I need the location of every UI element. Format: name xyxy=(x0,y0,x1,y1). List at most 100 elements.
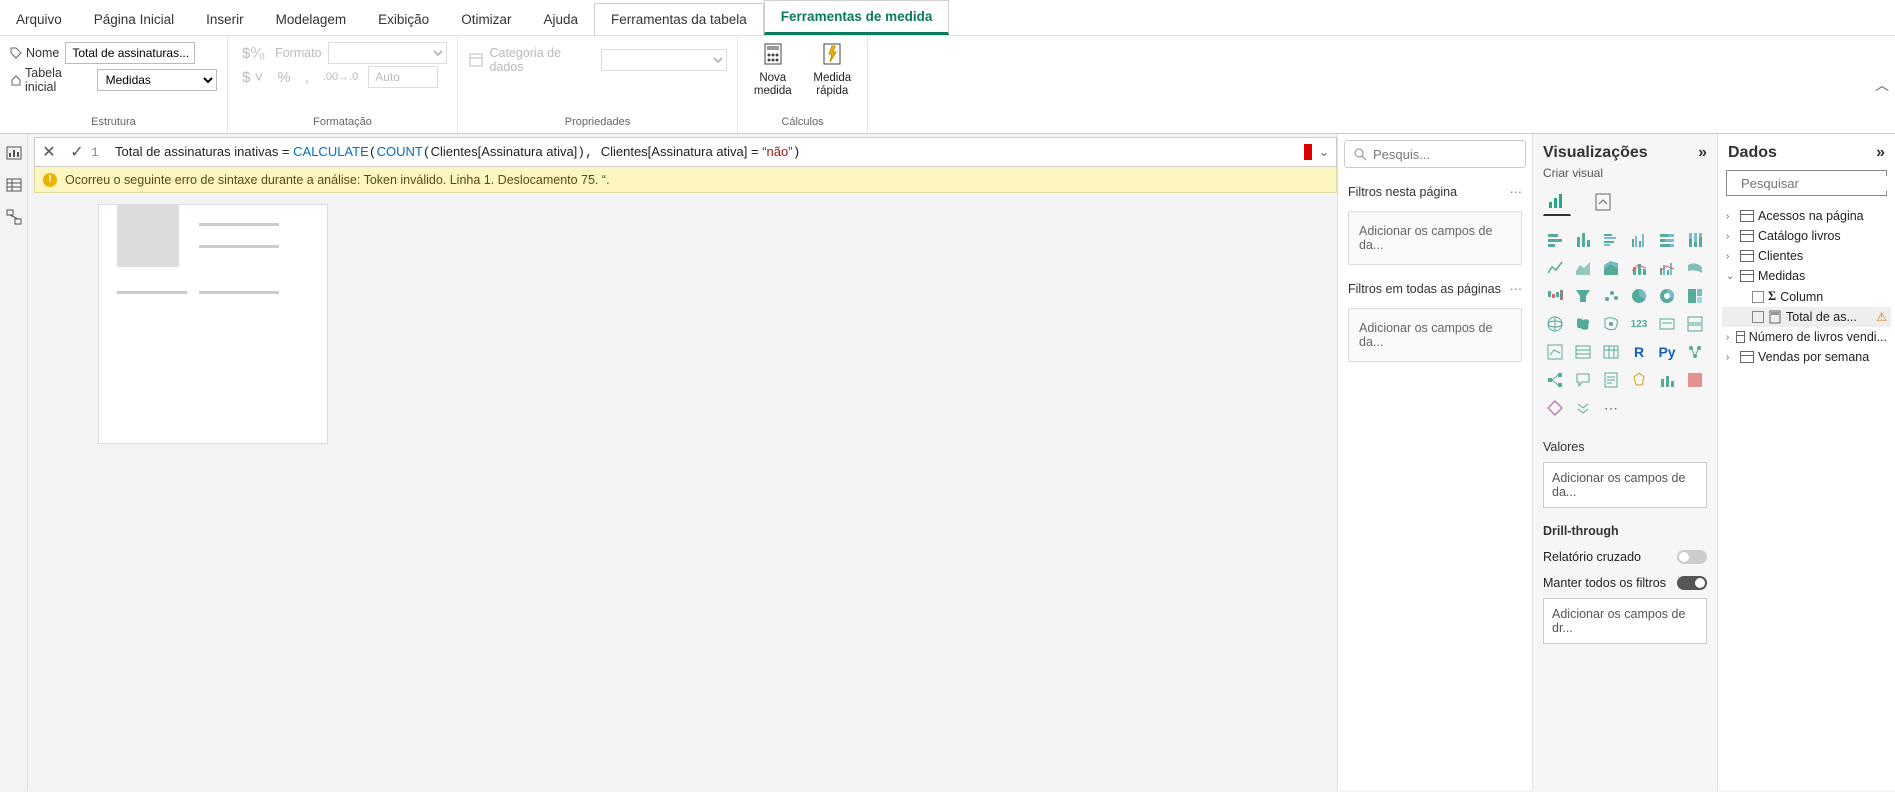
tab-pagina-inicial[interactable]: Página Inicial xyxy=(78,4,190,35)
line-clustered-column-icon[interactable] xyxy=(1655,256,1679,280)
power-automate-icon[interactable] xyxy=(1683,368,1707,392)
table-icon xyxy=(1740,351,1754,363)
line-stacked-column-icon[interactable] xyxy=(1627,256,1651,280)
medida-rapida-button[interactable]: Medida rápida xyxy=(808,40,858,113)
card-icon[interactable] xyxy=(1655,312,1679,336)
tab-ajuda[interactable]: Ajuda xyxy=(527,4,594,35)
formula-expand-button[interactable]: ⌄ xyxy=(1312,144,1336,160)
stacked-column-icon[interactable] xyxy=(1571,228,1595,252)
azure-map-icon[interactable] xyxy=(1599,312,1623,336)
input-nome[interactable] xyxy=(65,42,195,64)
input-decimals[interactable] xyxy=(368,66,438,88)
more-icon[interactable]: ⋯ xyxy=(1510,281,1523,296)
get-more-visuals-icon[interactable]: ⋯ xyxy=(1599,396,1623,420)
table-medidas[interactable]: ⌄ Medidas xyxy=(1722,266,1891,286)
pane-collapse-icon[interactable]: » xyxy=(1876,144,1885,162)
pie-icon[interactable] xyxy=(1627,284,1651,308)
currency-format-icon: $⁰⁄₀ xyxy=(238,44,269,62)
power-apps-icon[interactable] xyxy=(1655,368,1679,392)
more-visuals-icon[interactable] xyxy=(1571,396,1595,420)
ribbon-tabs: Arquivo Página Inicial Inserir Modelagem… xyxy=(0,0,1895,36)
nova-medida-button[interactable]: Nova medida xyxy=(748,40,798,113)
table-acessos[interactable]: › Acessos na página xyxy=(1722,206,1891,226)
donut-icon[interactable] xyxy=(1655,284,1679,308)
field-column[interactable]: Σ Column xyxy=(1722,286,1891,307)
arcgis-icon[interactable] xyxy=(1543,396,1567,420)
search-icon xyxy=(1353,147,1367,161)
drill-through-dropzone[interactable]: Adicionar os campos de dr... xyxy=(1543,598,1707,644)
stacked-bar-icon[interactable] xyxy=(1543,228,1567,252)
r-visual-icon[interactable]: R xyxy=(1627,340,1651,364)
stacked-area-icon[interactable] xyxy=(1599,256,1623,280)
scatter-icon[interactable] xyxy=(1599,284,1623,308)
data-search-input[interactable] xyxy=(1726,170,1887,196)
cross-report-toggle[interactable] xyxy=(1677,550,1707,564)
slicer-icon[interactable] xyxy=(1571,340,1595,364)
stacked-column-100-icon[interactable] xyxy=(1683,228,1707,252)
python-visual-icon[interactable]: Py xyxy=(1655,340,1679,364)
select-categoria[interactable] xyxy=(601,49,727,71)
visual-placeholder[interactable] xyxy=(98,204,328,444)
qa-visual-icon[interactable] xyxy=(1571,368,1595,392)
tab-otimizar[interactable]: Otimizar xyxy=(445,4,527,35)
formula-error-bar: ! Ocorreu o seguinte erro de sintaxe dur… xyxy=(34,167,1337,193)
table-icon[interactable] xyxy=(1599,340,1623,364)
clustered-column-icon[interactable] xyxy=(1627,228,1651,252)
decimals-icon[interactable]: .00→.0 xyxy=(319,71,362,83)
chevron-right-icon: › xyxy=(1726,231,1736,242)
values-dropzone[interactable]: Adicionar os campos de da... xyxy=(1543,462,1707,508)
ribbon-collapse-button[interactable]: ︿ xyxy=(1875,75,1889,95)
filters-all-dropzone[interactable]: Adicionar os campos de da... xyxy=(1348,308,1522,362)
tab-arquivo[interactable]: Arquivo xyxy=(0,4,78,35)
ribbon-content: Nome Tabela inicial Medidas Estrutura $⁰… xyxy=(0,36,1895,134)
pane-collapse-icon[interactable]: » xyxy=(1698,144,1707,162)
paginated-report-icon[interactable] xyxy=(1627,368,1651,392)
tab-ferramentas-tabela[interactable]: Ferramentas da tabela xyxy=(594,3,764,35)
tab-exibicao[interactable]: Exibição xyxy=(362,4,445,35)
table-catalogo[interactable]: › Catálogo livros xyxy=(1722,226,1891,246)
decomposition-tree-icon[interactable] xyxy=(1543,368,1567,392)
tab-ferramentas-medida[interactable]: Ferramentas de medida xyxy=(764,0,950,35)
table-numero-livros[interactable]: › Número de livros vendi... xyxy=(1722,327,1891,347)
clustered-bar-icon[interactable] xyxy=(1599,228,1623,252)
thousands-icon[interactable]: , xyxy=(301,69,313,86)
select-formato[interactable] xyxy=(328,42,447,64)
map-icon[interactable] xyxy=(1543,312,1567,336)
format-visual-tab[interactable] xyxy=(1589,188,1617,216)
smart-narrative-icon[interactable] xyxy=(1599,368,1623,392)
formula-editor[interactable]: Total de assinaturas inativas = CALCULAT… xyxy=(111,144,1300,160)
kpi-icon[interactable] xyxy=(1543,340,1567,364)
stacked-bar-100-icon[interactable] xyxy=(1655,228,1679,252)
model-view-icon[interactable] xyxy=(5,208,23,226)
filled-map-icon[interactable] xyxy=(1571,312,1595,336)
treemap-icon[interactable] xyxy=(1683,284,1707,308)
formula-cancel-button[interactable]: ✕ xyxy=(35,142,63,162)
keep-filters-toggle[interactable] xyxy=(1677,576,1707,590)
ribbon-chart-icon[interactable] xyxy=(1683,256,1707,280)
field-checkbox[interactable] xyxy=(1752,311,1764,323)
tab-modelagem[interactable]: Modelagem xyxy=(260,4,363,35)
area-chart-icon[interactable] xyxy=(1571,256,1595,280)
field-checkbox[interactable] xyxy=(1752,291,1764,303)
build-visual-tab[interactable] xyxy=(1543,188,1571,216)
currency-icon[interactable]: $ ˅ xyxy=(238,69,267,86)
key-influencers-icon[interactable] xyxy=(1683,340,1707,364)
filters-page-dropzone[interactable]: Adicionar os campos de da... xyxy=(1348,211,1522,265)
multi-row-card-icon[interactable] xyxy=(1683,312,1707,336)
data-view-icon[interactable] xyxy=(5,176,23,194)
filters-search-input[interactable]: Pesquis... xyxy=(1344,140,1526,168)
percent-icon[interactable]: % xyxy=(273,69,294,86)
formula-commit-button[interactable]: ✓ xyxy=(63,142,91,162)
report-canvas[interactable]: ✕ ✓ 1 Total de assinaturas inativas = CA… xyxy=(28,134,1337,790)
waterfall-icon[interactable] xyxy=(1543,284,1567,308)
gauge-icon[interactable]: 123 xyxy=(1627,312,1651,336)
table-clientes[interactable]: › Clientes xyxy=(1722,246,1891,266)
tab-inserir[interactable]: Inserir xyxy=(190,4,260,35)
field-total-assinaturas[interactable]: Total de as... ⚠ xyxy=(1722,307,1891,327)
line-chart-icon[interactable] xyxy=(1543,256,1567,280)
funnel-icon[interactable] xyxy=(1571,284,1595,308)
more-icon[interactable]: ⋯ xyxy=(1510,184,1523,199)
report-view-icon[interactable] xyxy=(5,144,23,162)
select-tabela-inicial[interactable]: Medidas xyxy=(97,69,217,91)
table-vendas[interactable]: › Vendas por semana xyxy=(1722,347,1891,367)
